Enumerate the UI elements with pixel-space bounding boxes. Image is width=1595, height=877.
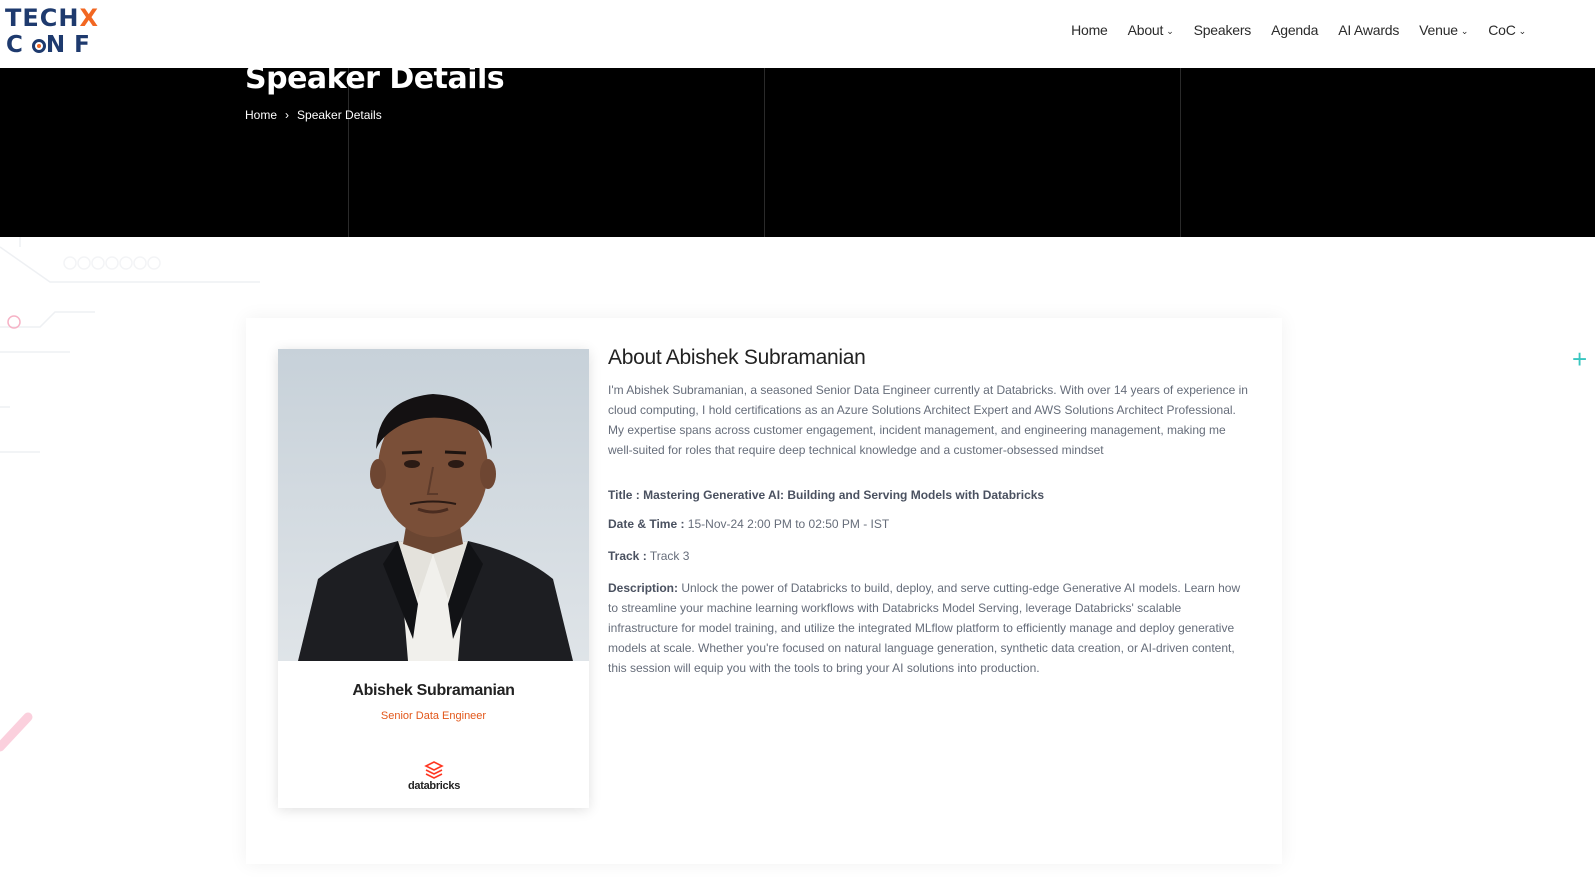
speaker-portrait-image [278,349,589,661]
description-label: Description: [608,581,679,595]
hero-divider [1180,68,1181,237]
breadcrumb: Home › Speaker Details [245,108,382,122]
nav-item-home[interactable]: Home [1071,22,1108,38]
speaker-photo [278,349,589,661]
logo-o-icon [31,39,46,53]
session-track: Track : Track 3 [608,546,1253,566]
speaker-bio: I'm Abishek Subramanian, a seasoned Seni… [608,383,1248,457]
breadcrumb-home-link[interactable]: Home [245,108,277,122]
speaker-detail-card: Abishek Subramanian Senior Data Engineer… [246,318,1282,864]
speaker-name: Abishek Subramanian [352,682,515,699]
session-title: Title : Mastering Generative AI: Buildin… [608,488,1045,502]
chevron-right-icon: › [285,108,290,122]
nav-item-agenda[interactable]: Agenda [1271,22,1318,38]
site-header: TECHX C NF Home About ⌄ Speakers Agenda AI… [0,0,1595,68]
breadcrumb-current: Speaker Details [297,108,382,122]
chevron-down-icon: ⌄ [1518,25,1527,36]
chevron-down-icon: ⌄ [1166,25,1174,36]
hero-divider [764,68,765,237]
chevron-down-icon: ⌄ [1460,25,1469,36]
logo-line-2: C NF [6,32,99,58]
speaker-profile-card: Abishek Subramanian Senior Data Engineer… [278,349,589,808]
databricks-icon [424,761,444,779]
speaker-role: Senior Data Engineer [380,710,487,722]
about-heading: About Abishek Subramanian [608,346,866,369]
track-value: Track 3 [646,549,690,563]
main-nav: Home About ⌄ Speakers Agenda AI Awards Ve… [1071,22,1526,38]
nav-item-about[interactable]: About ⌄ [1128,22,1174,38]
company-name: databricks [407,780,461,792]
session-description: Description: Unlock the power of Databri… [608,578,1253,678]
techx-conf-logo[interactable]: TECHX C NF [5,4,125,58]
nav-item-speakers[interactable]: Speakers [1194,22,1252,38]
datetime-label: Date & Time : [608,517,685,531]
logo-line-1: TECHX [5,4,99,32]
page-hero: Speaker Details Home › Speaker Details [0,61,1595,237]
databricks-logo: databricks [404,760,464,794]
nav-item-venue[interactable]: Venue ⌄ [1419,22,1468,38]
about-section: About Abishek Subramanian I'm Abishek Su… [608,346,1253,678]
datetime-value: 15-Nov-24 2:00 PM to 02:50 PM - IST [684,517,890,531]
nav-item-coc[interactable]: CoC ⌄ [1488,22,1526,38]
session-datetime: Date & Time : 15-Nov-24 2:00 PM to 02:50… [608,514,1253,534]
track-label: Track : [608,549,647,563]
description-value: Unlock the power of Databricks to build,… [608,581,1241,675]
plus-decoration-icon: + [1572,344,1588,374]
nav-item-ai-awards[interactable]: AI Awards [1338,22,1399,38]
